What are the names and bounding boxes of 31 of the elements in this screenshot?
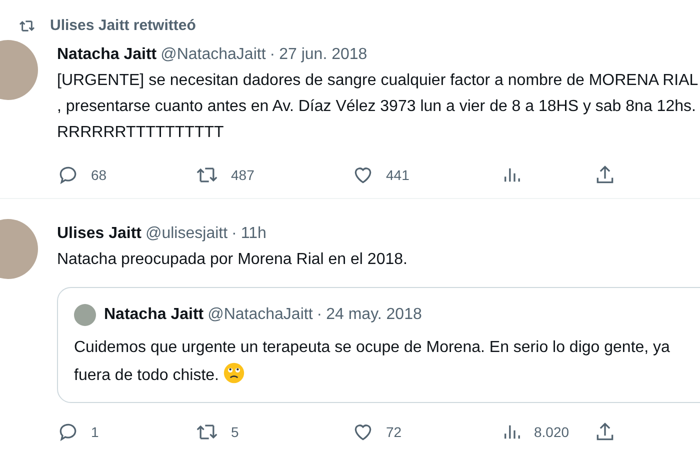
tweet-text: Natacha preocupada por Morena Rial en el 2018.	[57, 250, 408, 270]
emoji-face-icon	[223, 362, 246, 384]
retweet-icon	[18, 18, 36, 34]
reply-icon	[57, 421, 79, 443]
share-icon	[594, 421, 616, 443]
tweet-text: [URGENTE] se necesitan dadores de sangre cualquier factor a nombre de MORENA RIAL , presentarse cuanto antes en Av. Díaz Vélez 3973 lun a vier de 8 a 18HS y sab 8na 12hs. RRRRRRTTTTTTTTTT	[57, 71, 699, 143]
author-handle[interactable]: @NatachaJaitt	[160, 43, 266, 67]
author-name[interactable]: Ulises Jaitt	[57, 222, 142, 246]
quoted-tweet-text: Cuidemos que urgente un terapeuta se ocupe de Morena. En serio lo digo gente, ya fuera de todo chiste.	[74, 338, 671, 386]
like-button[interactable]: 72	[352, 421, 502, 443]
reply-icon	[57, 164, 79, 186]
share-icon	[594, 164, 616, 186]
separator-dot: ·	[316, 305, 322, 325]
avatar[interactable]	[74, 304, 96, 326]
like-button[interactable]: 441	[352, 164, 502, 186]
separator-dot: ·	[232, 224, 237, 244]
author-name[interactable]: Natacha Jaitt	[104, 303, 204, 327]
retweet-label[interactable]: Ulises Jaitt retwitteó	[50, 14, 196, 38]
quoted-tweet[interactable]: Natacha Jaitt @NatachaJaitt · 24 may. 2018 Cuidemos que urgente un terapeuta se ocupe de Morena. En serio lo digo gente, ya fuera de todo chiste.	[57, 287, 700, 403]
views-button[interactable]: 8.020	[502, 421, 594, 443]
author-handle[interactable]: @ulisesjaitt	[145, 222, 228, 246]
reply-button[interactable]: 68	[57, 164, 195, 186]
reply-button[interactable]: 1	[57, 421, 195, 443]
retweet-button[interactable]: 487	[195, 164, 352, 186]
tweet-time[interactable]: 24 may. 2018	[326, 303, 422, 327]
tweet-time[interactable]: 27 jun. 2018	[279, 43, 368, 67]
author-name[interactable]: Natacha Jaitt	[57, 43, 157, 67]
tweet-time[interactable]: 11h	[240, 222, 266, 246]
separator-dot: ·	[270, 45, 276, 65]
author-handle[interactable]: @NatachaJaitt	[208, 303, 313, 327]
retweet-button[interactable]: 5	[195, 421, 352, 443]
